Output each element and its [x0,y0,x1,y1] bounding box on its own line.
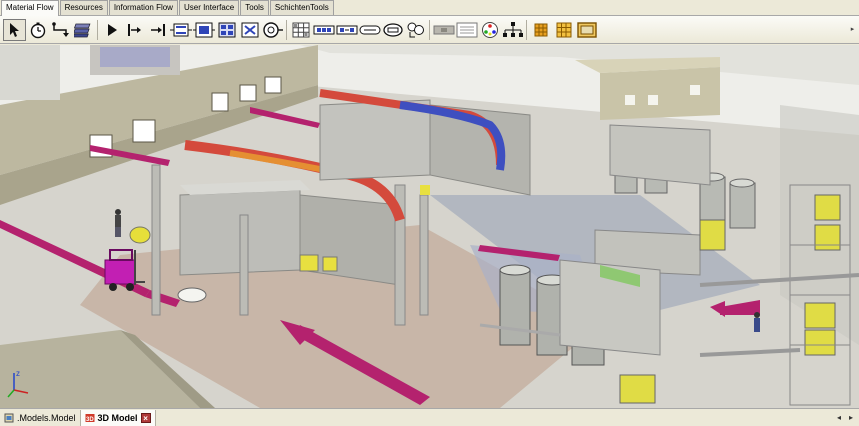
3d-view-icon: 3D [85,413,95,423]
dismantle-icon[interactable] [215,19,238,41]
toolbar-overflow-button[interactable]: ▸ [848,20,857,40]
object-toolbar: ▸ [0,16,859,44]
list-icon[interactable] [552,19,575,41]
tab-tools[interactable]: Tools [240,0,269,15]
3d-viewport[interactable]: z [0,45,859,408]
method-icon[interactable] [501,19,524,41]
track-icon[interactable] [358,19,381,41]
tab-resources[interactable]: Resources [59,0,108,15]
tab-next-button[interactable]: ▸ [849,413,853,422]
frame-icon[interactable] [575,19,598,41]
toolbar-separator [97,19,98,40]
transfer-station-icon[interactable] [381,19,404,41]
svg-text:3D: 3D [86,417,94,423]
turntable-icon[interactable] [261,19,284,41]
tab-3d-model-label: 3D Model [97,412,138,423]
parallel-proc-icon[interactable] [169,19,192,41]
support-column [151,164,161,316]
wall-window [239,84,257,102]
yellow-unit [699,219,726,251]
tab-navigation: ◂ ▸ [837,413,859,422]
event-controller-icon[interactable] [26,19,49,41]
worker-figure [754,312,760,332]
toolbar-separator [526,19,527,40]
flow-control-icon[interactable] [404,19,427,41]
cross-icon[interactable] [432,19,455,41]
ribbon-tabstrip: Material Flow Resources Information Flow… [0,0,859,16]
tab-schichtentools[interactable]: SchichtenTools [269,0,334,15]
source-icon[interactable] [100,19,123,41]
back-building [600,67,720,120]
pointer-icon[interactable] [3,18,26,41]
drain-icon[interactable] [123,19,146,41]
yellow-unit [814,194,841,221]
cycle-icon[interactable] [72,19,95,41]
exporter-icon[interactable] [455,19,478,41]
z-axis-label: z [16,369,20,378]
sorter-icon[interactable] [335,19,358,41]
assembly-icon[interactable] [192,19,215,41]
toolbar-separator [286,19,287,40]
tab-user-interface[interactable]: User Interface [178,0,240,15]
single-proc-icon[interactable] [146,19,169,41]
store-icon[interactable] [289,19,312,41]
wall-window [132,119,156,143]
shift-calendar-icon[interactable] [478,19,501,41]
wall-window [264,76,282,94]
toolbar-separator [429,19,430,40]
document-tabs-bar: .Models.Model 3D 3D Model × ◂ ▸ [0,408,859,426]
tab-models-model-label: .Models.Model [17,412,76,423]
tab-3d-model[interactable]: 3D 3D Model × [80,409,156,426]
frame-window-icon [4,413,14,422]
tab-models-model[interactable]: .Models.Model [0,409,81,426]
factory-3d-scene: z [0,45,859,408]
line-icon[interactable] [238,19,261,41]
buffer-icon[interactable] [312,19,335,41]
tab-material-flow[interactable]: Material Flow [1,0,59,16]
table-icon[interactable] [529,19,552,41]
machine-block [319,99,431,181]
tab-prev-button[interactable]: ◂ [837,413,841,422]
connector-icon[interactable] [49,19,72,41]
close-icon[interactable]: × [140,412,151,423]
wall-window [211,92,229,112]
tab-information-flow[interactable]: Information Flow [108,0,178,15]
floor-marker [177,287,207,303]
yellow-drum [129,226,151,244]
worker-figure [115,209,121,237]
